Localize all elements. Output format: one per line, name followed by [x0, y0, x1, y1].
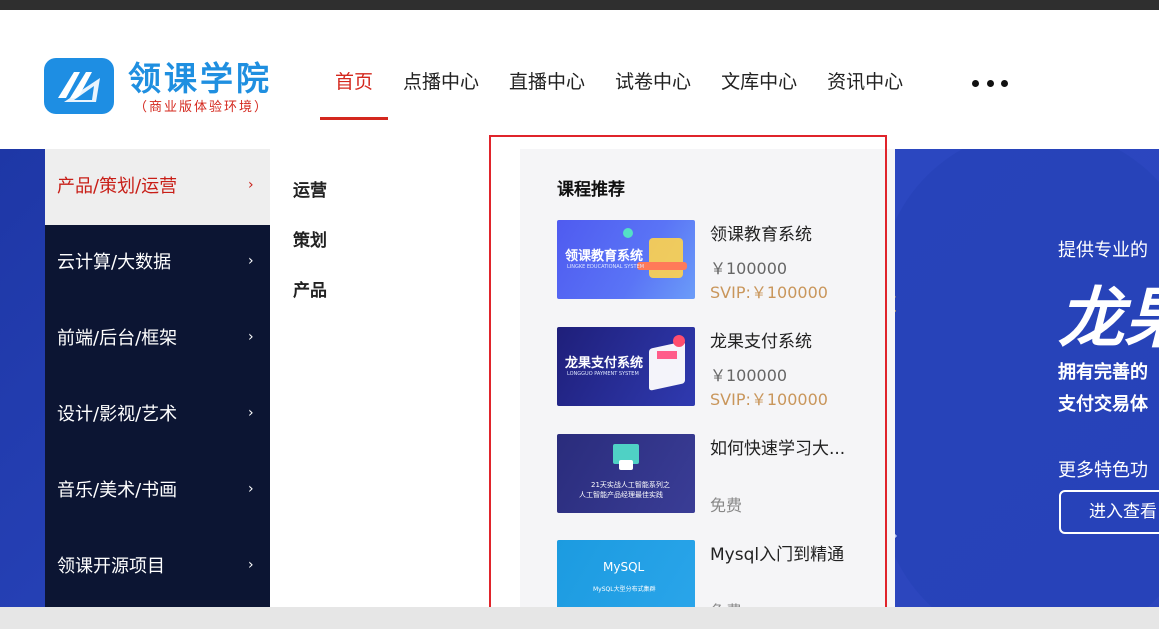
category-item-product[interactable]: 产品/策划/运营 ›: [45, 149, 270, 225]
thumb-title: 龙果支付系统: [565, 356, 644, 371]
more-dots-icon[interactable]: [972, 71, 1008, 95]
logo-subtitle: （商业版体验环境）: [134, 100, 270, 115]
course-card[interactable]: MySQL MySQL大型分布式集群 Mysql入门到精通 免费: [557, 540, 887, 607]
logo-icon: [44, 58, 114, 114]
banner-headline: 龙果: [1058, 280, 1159, 357]
thumb-title: 21天实战人工智能系列之: [591, 481, 670, 489]
subcategory-operation[interactable]: 运营: [293, 176, 327, 201]
category-item-opensource[interactable]: 领课开源项目 ›: [45, 529, 270, 605]
course-name[interactable]: 领课教育系统: [710, 220, 812, 245]
nav-live[interactable]: 直播中心: [494, 60, 600, 120]
subcategory-planning[interactable]: 策划: [293, 226, 327, 251]
category-label: 音乐/美术/书画: [57, 480, 178, 501]
banner-line3: 更多特色功: [1058, 460, 1148, 481]
thumb-desk: [637, 262, 687, 270]
thumb-subtitle: MySQL大型分布式集群: [593, 586, 656, 593]
bottom-strip: [0, 607, 1159, 629]
thumb-dot: [673, 335, 685, 347]
course-card[interactable]: 领课教育系统 LINGKE EDUCATIONAL SYSTEM 领课教育系统 …: [557, 220, 887, 302]
category-item-cloud[interactable]: 云计算/大数据 ›: [45, 225, 270, 301]
nav-library[interactable]: 文库中心: [706, 60, 812, 120]
thumb-subtitle: LONGGUO PAYMENT SYSTEM: [567, 371, 639, 377]
site-logo[interactable]: 领课学院 （商业版体验环境）: [44, 48, 279, 128]
chevron-right-icon: ›: [248, 329, 254, 345]
category-item-design[interactable]: 设计/影视/艺术 ›: [45, 377, 270, 453]
thumb-illustration: [649, 238, 683, 278]
course-recommend-panel: 课程推荐 领课教育系统 LINGKE EDUCATIONAL SYSTEM 领课…: [520, 149, 895, 607]
banner-line2b: 支付交易体: [1058, 394, 1148, 415]
thumb-illustration: [649, 341, 685, 391]
course-svip-price: SVIP:￥100000: [710, 390, 828, 409]
thumb-subtitle: 人工智能产品经理最佳实践: [579, 491, 663, 499]
chevron-right-icon: ›: [248, 557, 254, 573]
course-name[interactable]: 龙果支付系统: [710, 327, 812, 352]
chevron-right-icon: ›: [248, 481, 254, 497]
banner-line2a: 拥有完善的: [1058, 362, 1148, 383]
course-svip-price: SVIP:￥100000: [710, 283, 828, 302]
category-menu: 产品/策划/运营 › 云计算/大数据 › 前端/后台/框架 › 设计/影视/艺术…: [45, 149, 270, 607]
thumb-person: [619, 460, 633, 470]
main-nav: 首页 点播中心 直播中心 试卷中心 文库中心 资讯中心: [320, 60, 918, 120]
course-thumbnail[interactable]: 21天实战人工智能系列之 人工智能产品经理最佳实践: [557, 434, 695, 513]
nav-exam[interactable]: 试卷中心: [600, 60, 706, 120]
course-thumbnail[interactable]: 龙果支付系统 LONGGUO PAYMENT SYSTEM: [557, 327, 695, 406]
nav-news[interactable]: 资讯中心: [812, 60, 918, 120]
thumb-card: [657, 351, 677, 359]
nav-vod[interactable]: 点播中心: [388, 60, 494, 120]
category-item-frontend[interactable]: 前端/后台/框架 ›: [45, 301, 270, 377]
category-label: 设计/影视/艺术: [57, 404, 178, 425]
category-label: 领课开源项目: [57, 556, 165, 577]
banner-line2: 拥有完善的 支付交易体: [1058, 357, 1148, 421]
chevron-right-icon: ›: [248, 253, 254, 269]
category-label: 产品/策划/运营: [57, 176, 178, 197]
category-label: 前端/后台/框架: [57, 328, 178, 349]
thumb-title: MySQL: [603, 560, 645, 574]
course-price: ￥100000: [710, 366, 788, 385]
subcategory-product[interactable]: 产品: [293, 276, 327, 301]
course-price: ￥100000: [710, 259, 788, 278]
chevron-right-icon: ›: [248, 177, 254, 193]
logo-title: 领课学院: [128, 59, 272, 98]
thumb-subtitle: LINGKE EDUCATIONAL SYSTEM: [567, 264, 645, 270]
course-thumbnail[interactable]: MySQL MySQL大型分布式集群: [557, 540, 695, 607]
banner-enter-button[interactable]: 进入查看: [1059, 490, 1159, 534]
top-bar: [0, 0, 1159, 10]
course-free-badge: 免费: [710, 496, 743, 515]
course-thumbnail[interactable]: 领课教育系统 LINGKE EDUCATIONAL SYSTEM: [557, 220, 695, 299]
thumb-dot: [623, 228, 633, 238]
category-label: 云计算/大数据: [57, 252, 172, 273]
subcategory-panel: 运营 策划 产品: [270, 149, 520, 607]
course-card[interactable]: 21天实战人工智能系列之 人工智能产品经理最佳实践 如何快速学习大... 免费: [557, 434, 887, 515]
course-card[interactable]: 龙果支付系统 LONGGUO PAYMENT SYSTEM 龙果支付系统 ￥10…: [557, 327, 887, 409]
course-free-badge: 免费: [710, 598, 742, 607]
banner-line1: 提供专业的: [1058, 240, 1148, 261]
nav-home[interactable]: 首页: [320, 60, 389, 120]
category-item-music[interactable]: 音乐/美术/书画 ›: [45, 453, 270, 529]
course-name[interactable]: Mysql入门到精通: [710, 540, 844, 565]
chevron-right-icon: ›: [248, 405, 254, 421]
course-name[interactable]: 如何快速学习大...: [710, 434, 845, 459]
thumb-title: 领课教育系统: [565, 249, 644, 264]
recommend-title: 课程推荐: [557, 180, 625, 200]
